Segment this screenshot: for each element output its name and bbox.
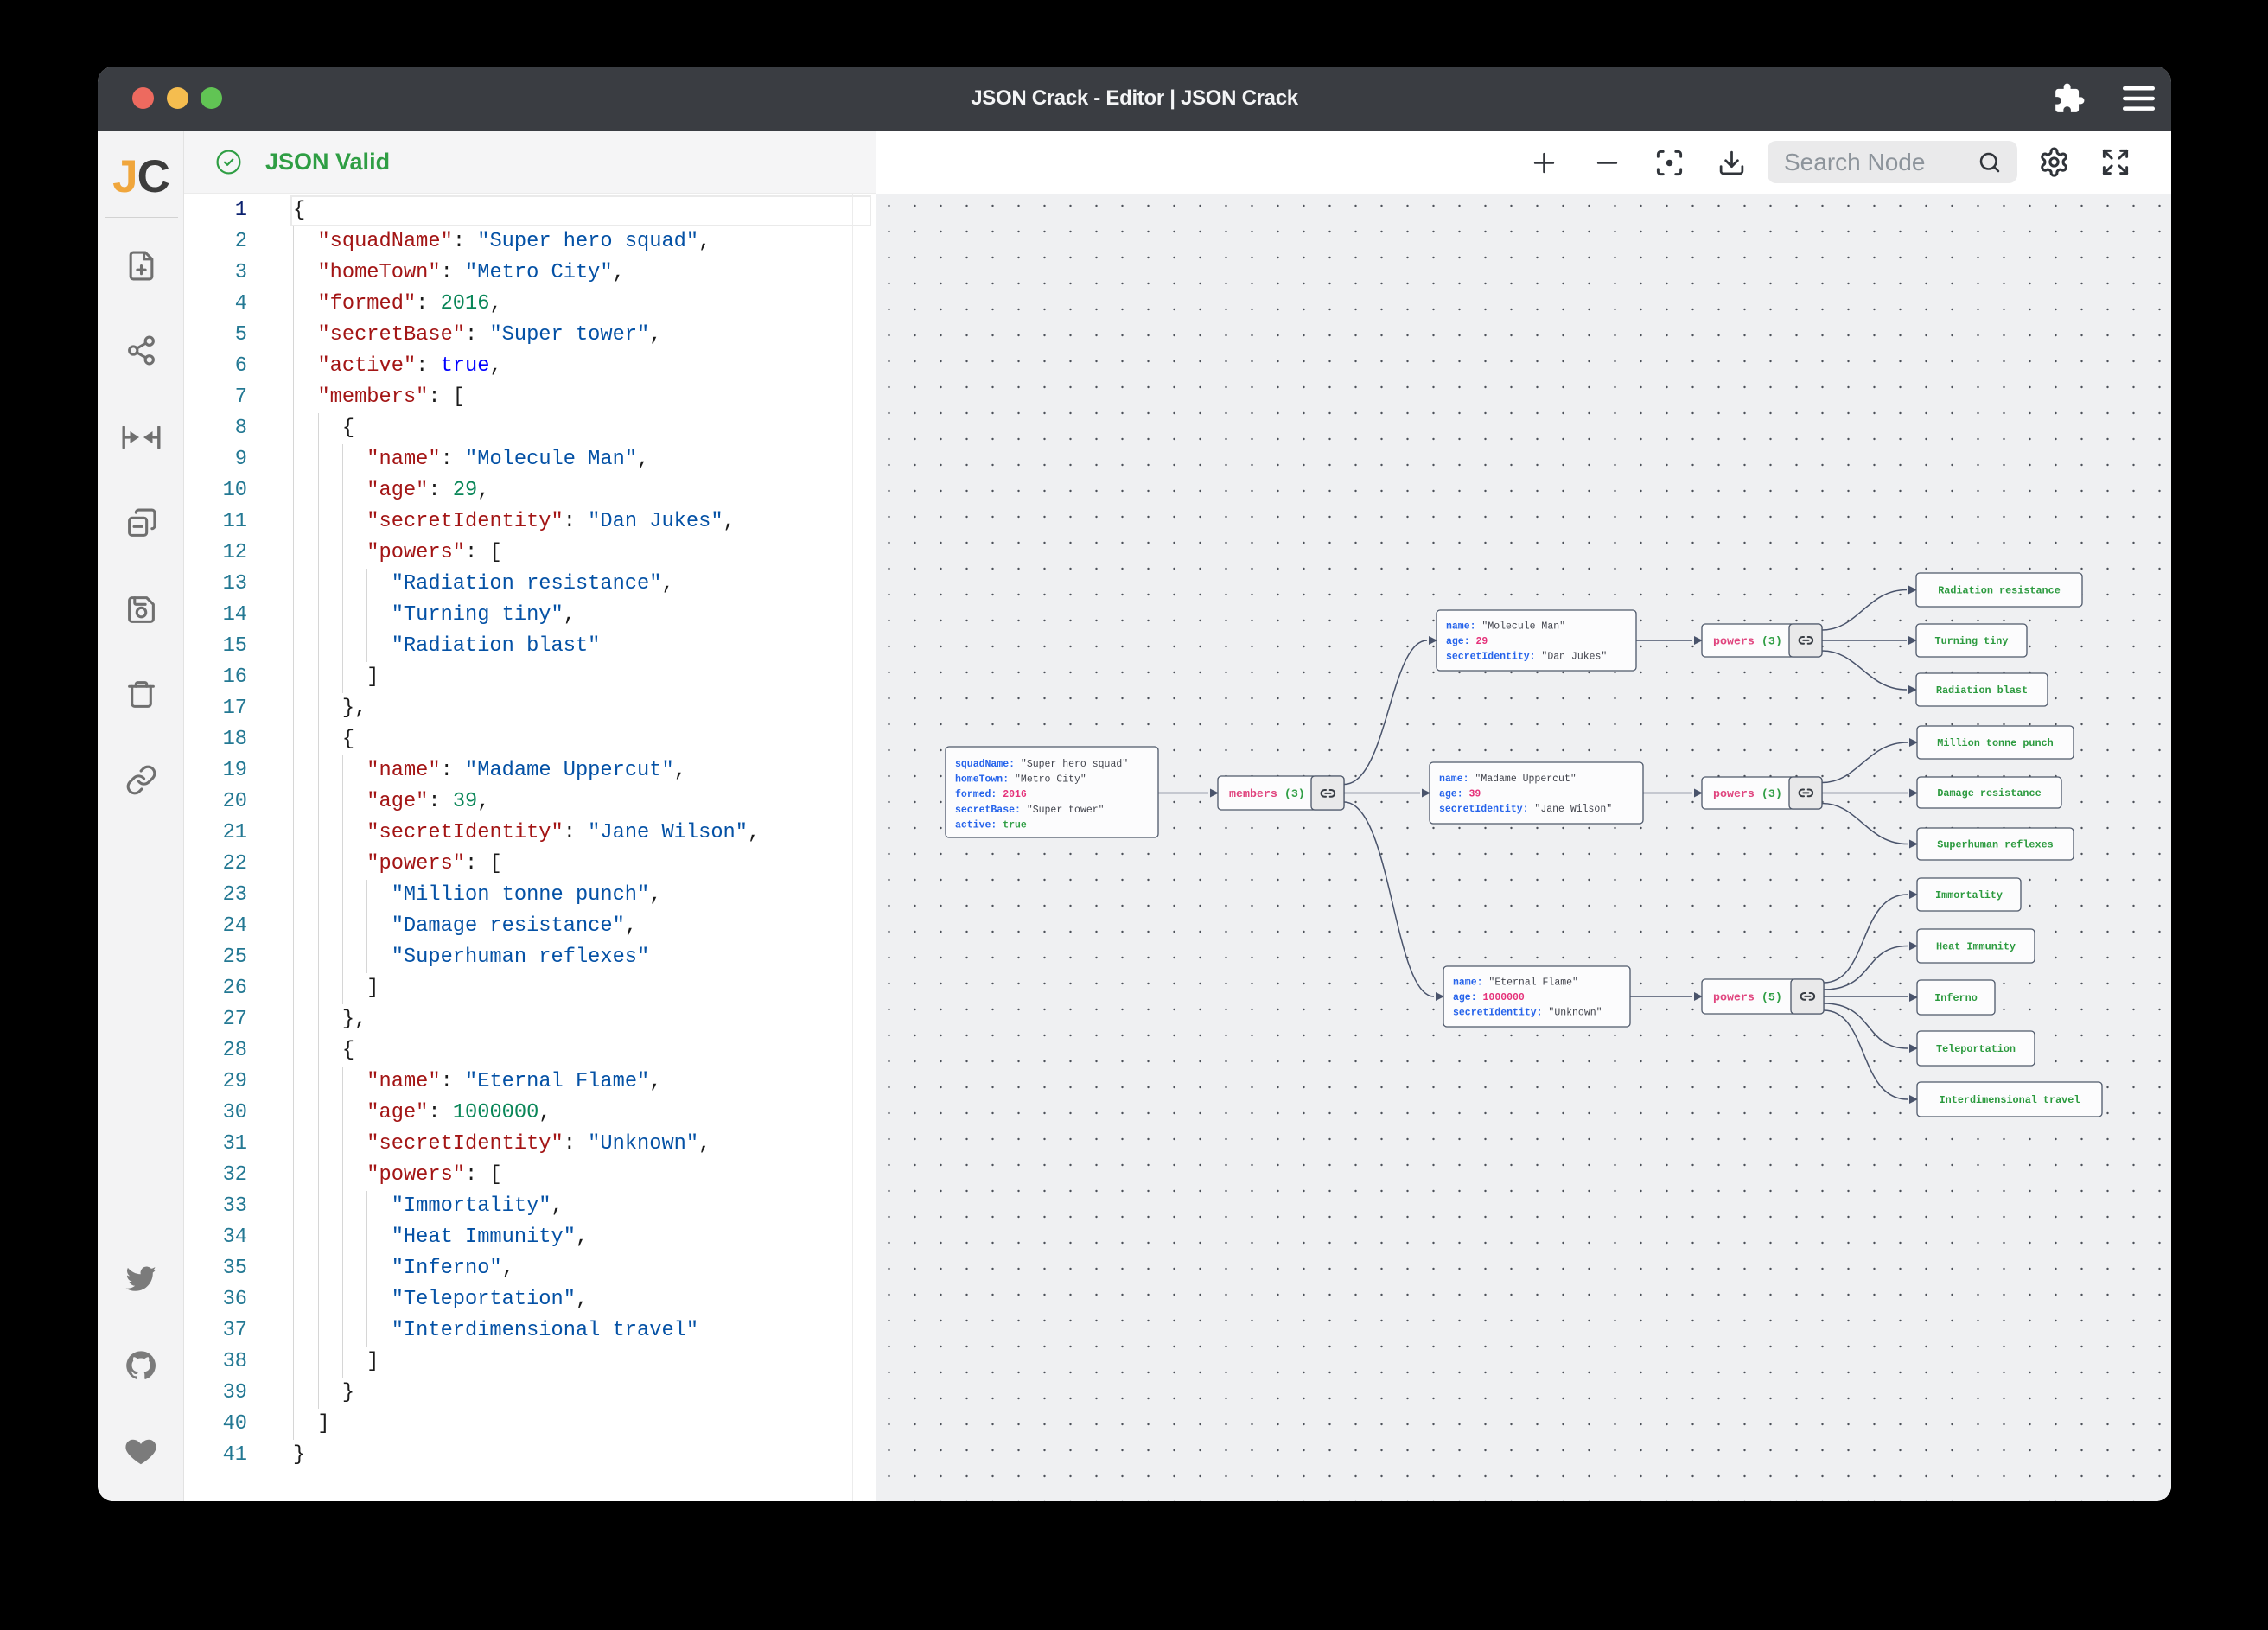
svg-text:name: "Madame Uppercut": name: "Madame Uppercut"	[1439, 774, 1577, 785]
svg-text:Inferno: Inferno	[1934, 992, 1978, 1004]
svg-text:Turning tiny: Turning tiny	[1935, 635, 2009, 647]
svg-text:members (3): members (3)	[1229, 787, 1305, 800]
svg-text:Million tonne punch: Million tonne punch	[1937, 737, 2054, 749]
svg-text:Damage resistance: Damage resistance	[1937, 787, 2041, 799]
svg-text:secretIdentity: "Dan Jukes": secretIdentity: "Dan Jukes"	[1446, 652, 1607, 663]
svg-text:Teleportation: Teleportation	[1936, 1043, 2016, 1055]
svg-text:secretIdentity: "Jane Wilson": secretIdentity: "Jane Wilson"	[1439, 804, 1612, 815]
svg-text:Immortality: Immortality	[1935, 889, 2003, 901]
svg-text:secretIdentity: "Unknown": secretIdentity: "Unknown"	[1453, 1008, 1602, 1019]
svg-text:secretBase: "Super tower": secretBase: "Super tower"	[955, 805, 1105, 816]
svg-text:age: 1000000: age: 1000000	[1453, 992, 1525, 1003]
svg-text:Interdimensional travel: Interdimensional travel	[1940, 1094, 2080, 1106]
svg-text:Heat Immunity: Heat Immunity	[1936, 941, 2016, 953]
svg-text:formed: 2016: formed: 2016	[955, 789, 1027, 800]
svg-text:age: 29: age: 29	[1446, 636, 1488, 647]
svg-text:homeTown: "Metro City": homeTown: "Metro City"	[955, 774, 1086, 786]
svg-text:name: "Molecule Man": name: "Molecule Man"	[1446, 621, 1565, 633]
svg-text:squadName: "Super hero squad": squadName: "Super hero squad"	[955, 759, 1128, 770]
svg-text:Superhuman reflexes: Superhuman reflexes	[1937, 839, 2054, 851]
svg-text:powers (3): powers (3)	[1713, 635, 1782, 648]
svg-text:Radiation blast: Radiation blast	[1936, 684, 2028, 697]
svg-text:active: true: active: true	[955, 819, 1027, 831]
svg-text:powers (3): powers (3)	[1713, 787, 1782, 800]
svg-text:name: "Eternal Flame": name: "Eternal Flame"	[1453, 977, 1578, 989]
svg-text:powers (5): powers (5)	[1713, 991, 1782, 1004]
svg-text:Radiation resistance: Radiation resistance	[1938, 585, 2061, 597]
svg-text:age: 39: age: 39	[1439, 789, 1481, 800]
